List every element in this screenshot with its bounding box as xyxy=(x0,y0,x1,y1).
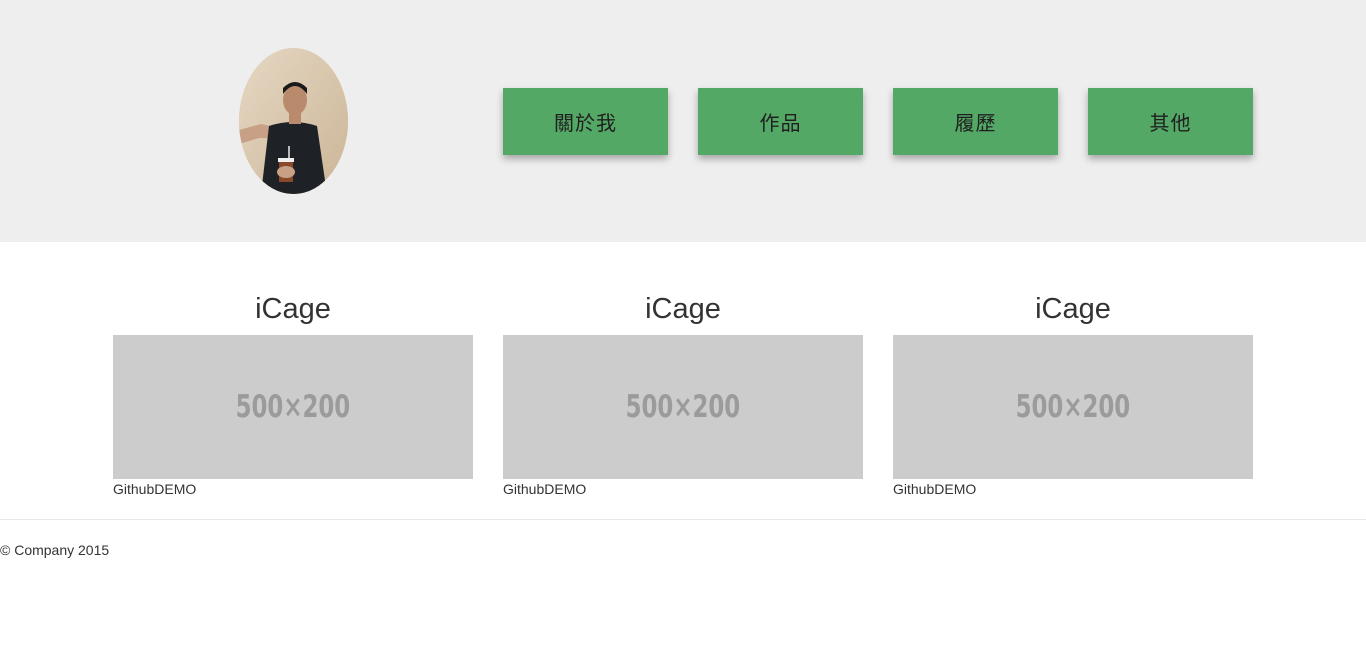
nav-button-label: 履歷 xyxy=(954,111,997,135)
footer-divider xyxy=(0,519,1366,520)
github-demo-link[interactable]: GithubDEMO xyxy=(503,481,586,497)
github-demo-link[interactable]: GithubDEMO xyxy=(113,481,196,497)
footer-copyright: © Company 2015 xyxy=(0,542,110,558)
header: 關於我 作品 履歷 其他 xyxy=(0,0,1366,242)
placeholder-label: 500×200 xyxy=(235,389,351,425)
nav-button-label: 作品 xyxy=(759,111,802,135)
project-title: iCage xyxy=(1035,293,1111,325)
nav-button-other[interactable]: 其他 xyxy=(1088,88,1253,155)
project-title: iCage xyxy=(645,293,721,325)
nav-button-works[interactable]: 作品 xyxy=(698,88,863,155)
project-title: iCage xyxy=(255,293,331,325)
project-image-placeholder: 500×200 xyxy=(893,335,1253,479)
placeholder-label: 500×200 xyxy=(1015,389,1131,425)
project-image-placeholder: 500×200 xyxy=(113,335,473,479)
nav-button-label: 關於我 xyxy=(554,111,617,135)
nav-button-resume[interactable]: 履歷 xyxy=(893,88,1058,155)
github-demo-link[interactable]: GithubDEMO xyxy=(893,481,976,497)
nav-button-label: 其他 xyxy=(1149,111,1192,135)
project-image-placeholder: 500×200 xyxy=(503,335,863,479)
placeholder-label: 500×200 xyxy=(625,389,741,425)
nav-button-about[interactable]: 關於我 xyxy=(503,88,668,155)
avatar xyxy=(239,48,348,194)
